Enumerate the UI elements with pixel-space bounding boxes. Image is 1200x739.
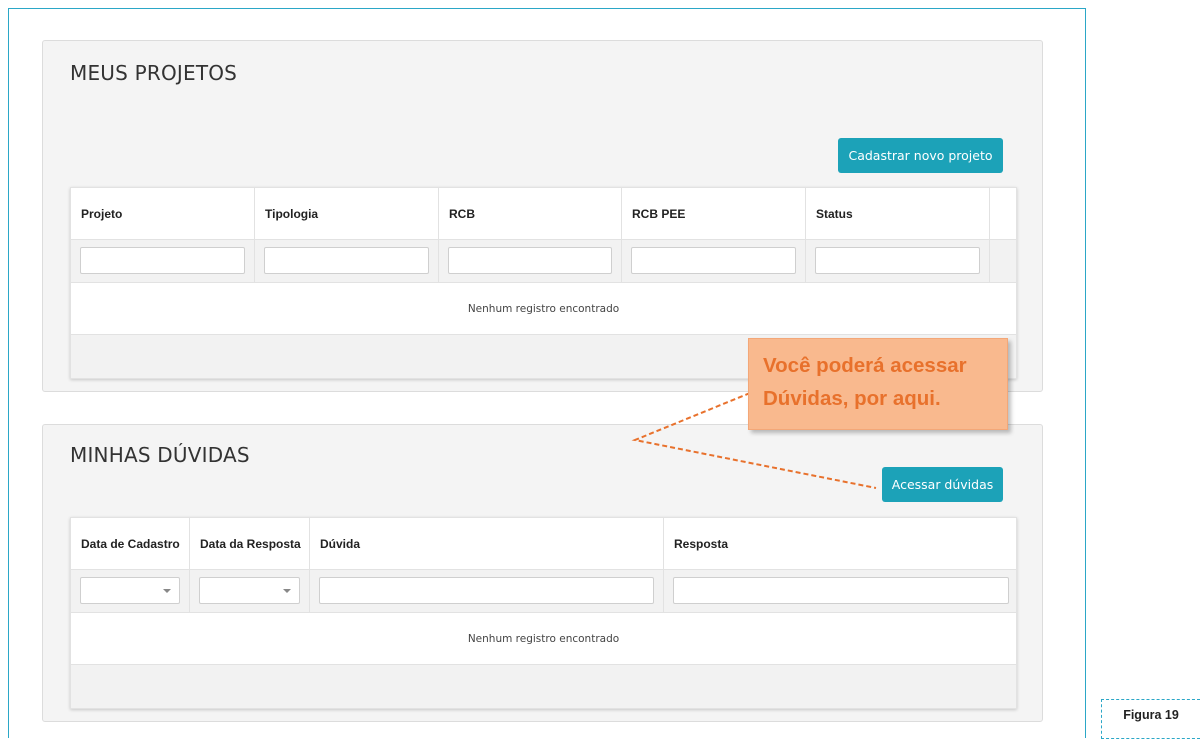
projects-filter-row (71, 240, 1016, 283)
rcb-filter-input[interactable] (448, 247, 612, 274)
questions-filter-row (71, 570, 1016, 613)
projects-title: MEUS PROJETOS (70, 61, 238, 85)
tipologia-filter-input[interactable] (264, 247, 429, 274)
questions-table-header: Data de Cadastro Data da Resposta Dúvida… (71, 518, 1016, 570)
filter-cell (190, 570, 310, 613)
projeto-filter-input[interactable] (80, 247, 245, 274)
col-data-cadastro[interactable]: Data de Cadastro (71, 518, 190, 570)
empty-message: Nenhum registro encontrado (467, 303, 620, 315)
col-resposta[interactable]: Resposta (664, 518, 1018, 570)
filter-cell (622, 240, 806, 283)
filter-cell (806, 240, 990, 283)
access-questions-button[interactable]: Acessar dúvidas (882, 467, 1003, 502)
questions-table: Data de Cadastro Data da Resposta Dúvida… (70, 517, 1017, 709)
callout-line-2: Dúvidas, por aqui. (763, 387, 941, 410)
figure-label: Figura 19 (1101, 699, 1200, 739)
callout-line-1: Você poderá acessar (763, 354, 967, 377)
col-rcb-pee[interactable]: RCB PEE (622, 188, 806, 240)
filter-cell (255, 240, 439, 283)
col-duvida[interactable]: Dúvida (310, 518, 664, 570)
resposta-filter-input[interactable] (673, 577, 1009, 604)
filter-cell (439, 240, 622, 283)
chevron-down-icon (283, 589, 291, 593)
status-filter-input[interactable] (815, 247, 980, 274)
questions-empty-row: Nenhum registro encontrado (71, 613, 1016, 665)
data-cadastro-select[interactable] (80, 577, 180, 604)
questions-table-footer (71, 665, 1016, 708)
col-status[interactable]: Status (806, 188, 990, 240)
projects-table-header: Projeto Tipologia RCB RCB PEE Status (71, 188, 1016, 240)
new-project-button[interactable]: Cadastrar novo projeto (838, 138, 1003, 173)
filter-cell (664, 570, 1018, 613)
duvida-filter-input[interactable] (319, 577, 654, 604)
col-projeto[interactable]: Projeto (71, 188, 255, 240)
col-rcb[interactable]: RCB (439, 188, 622, 240)
questions-panel: MINHAS DÚVIDAS Acessar dúvidas Data de C… (42, 424, 1043, 722)
rcb-pee-filter-input[interactable] (631, 247, 796, 274)
chevron-down-icon (163, 589, 171, 593)
empty-message: Nenhum registro encontrado (467, 633, 620, 645)
annotation-callout: Você poderá acessar Dúvidas, por aqui. (748, 338, 1008, 430)
filter-cell (71, 240, 255, 283)
col-data-resposta[interactable]: Data da Resposta (190, 518, 310, 570)
filter-cell (310, 570, 664, 613)
projects-empty-row: Nenhum registro encontrado (71, 283, 1016, 335)
col-tipologia[interactable]: Tipologia (255, 188, 439, 240)
questions-title: MINHAS DÚVIDAS (70, 443, 250, 467)
data-resposta-select[interactable] (199, 577, 300, 604)
filter-cell (71, 570, 190, 613)
